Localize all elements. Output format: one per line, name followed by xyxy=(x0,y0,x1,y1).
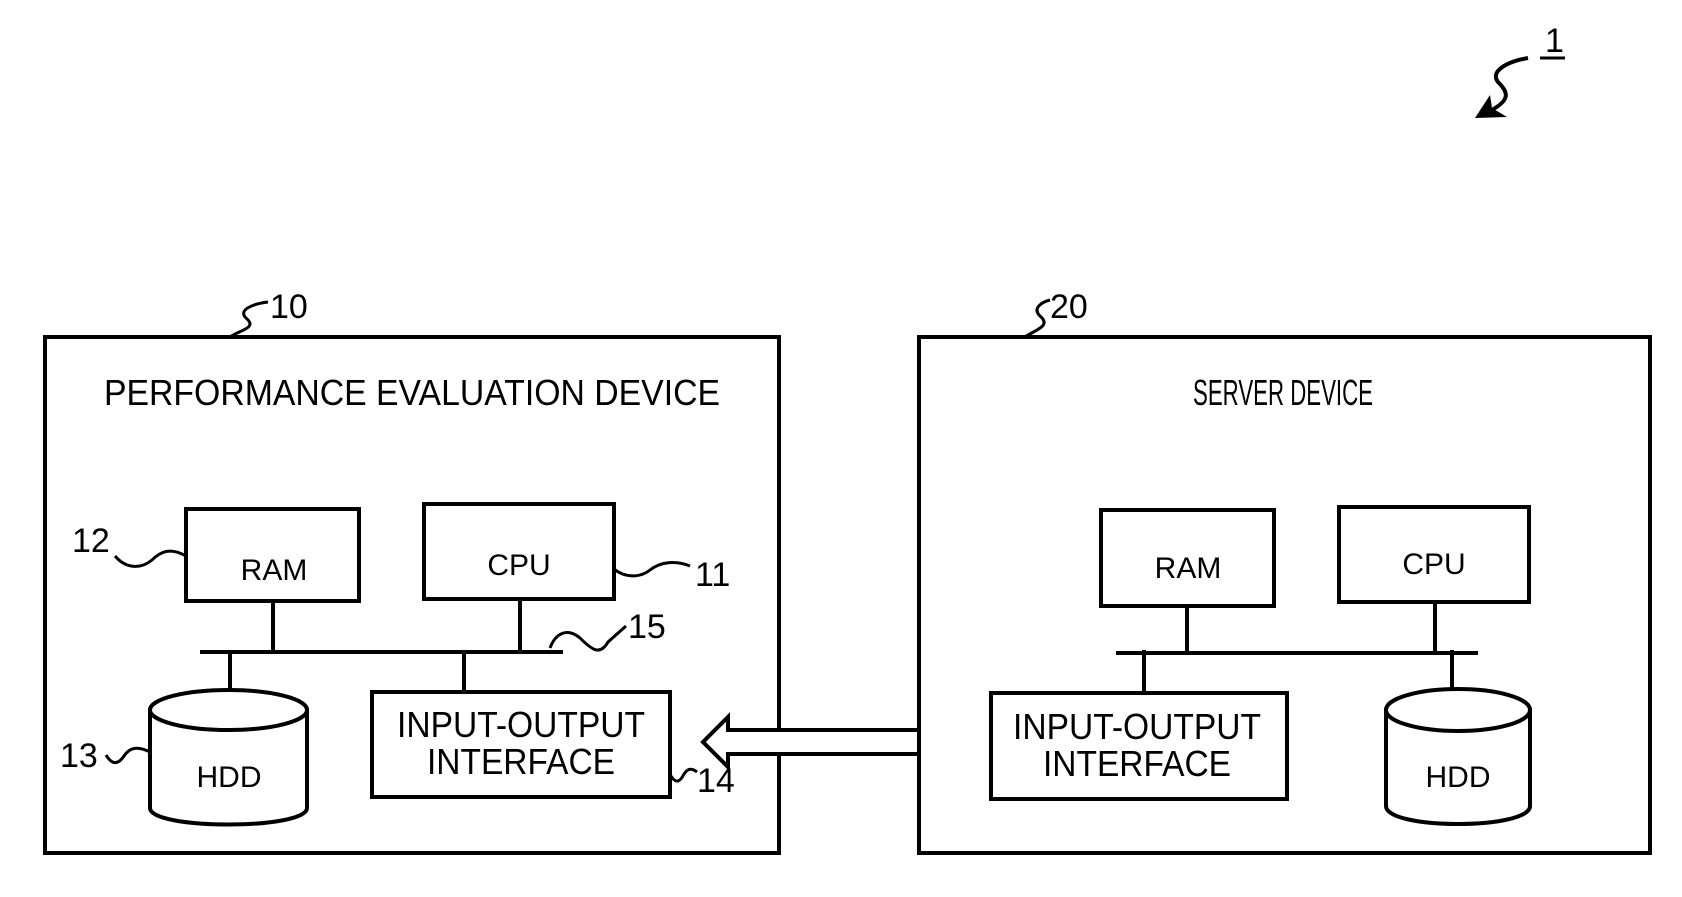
device-ref-leader xyxy=(229,300,269,339)
io-label-line2: INTERFACE xyxy=(427,741,615,782)
hdd-label: HDD xyxy=(1426,761,1491,794)
hdd-cylinder-top xyxy=(1384,687,1532,733)
device-title: PERFORMANCE EVALUATION DEVICE xyxy=(104,372,720,413)
hdd-ref-number: 13 xyxy=(60,737,98,775)
cpu-label: CPU xyxy=(1402,548,1465,581)
ram-label: RAM xyxy=(1155,552,1222,585)
system-block-diagram: 1 10 PERFORMANCE EVALUATION DEVICE RAM 1… xyxy=(43,22,1652,855)
device-ref-number: 10 xyxy=(270,288,308,326)
io-label-line1: INPUT-OUTPUT xyxy=(1013,706,1261,747)
ram-ref-number: 12 xyxy=(72,522,110,560)
device-ref-leader xyxy=(1024,298,1051,339)
hdd-cylinder-top xyxy=(148,688,309,732)
ram-component: RAM xyxy=(1099,508,1276,608)
device-title: SERVER DEVICE xyxy=(1193,372,1373,413)
io-label-line2: INTERFACE xyxy=(1043,743,1231,784)
device-ref-number: 20 xyxy=(1050,288,1088,326)
cpu-component: CPU xyxy=(1337,505,1531,604)
system-reference: 1 xyxy=(1475,22,1565,118)
system-ref-number: 1 xyxy=(1545,22,1564,60)
hdd-label: HDD xyxy=(197,761,262,794)
cpu-ref-number: 11 xyxy=(695,556,730,594)
bus-ref-number: 15 xyxy=(628,608,666,646)
performance-evaluation-device: 10 PERFORMANCE EVALUATION DEVICE RAM 12 … xyxy=(43,288,781,855)
io-component: INPUT-OUTPUT INTERFACE xyxy=(989,691,1289,801)
server-device: 20 SERVER DEVICE RAM CPU INPUT-OUTPUT IN… xyxy=(917,288,1652,855)
cpu-label: CPU xyxy=(487,549,550,582)
arrow-head-icon xyxy=(1475,95,1507,118)
system-ref-leader xyxy=(1487,56,1529,114)
hdd-component: HDD xyxy=(1384,687,1532,826)
io-label-line1: INPUT-OUTPUT xyxy=(397,704,645,745)
ram-label: RAM xyxy=(241,554,308,587)
